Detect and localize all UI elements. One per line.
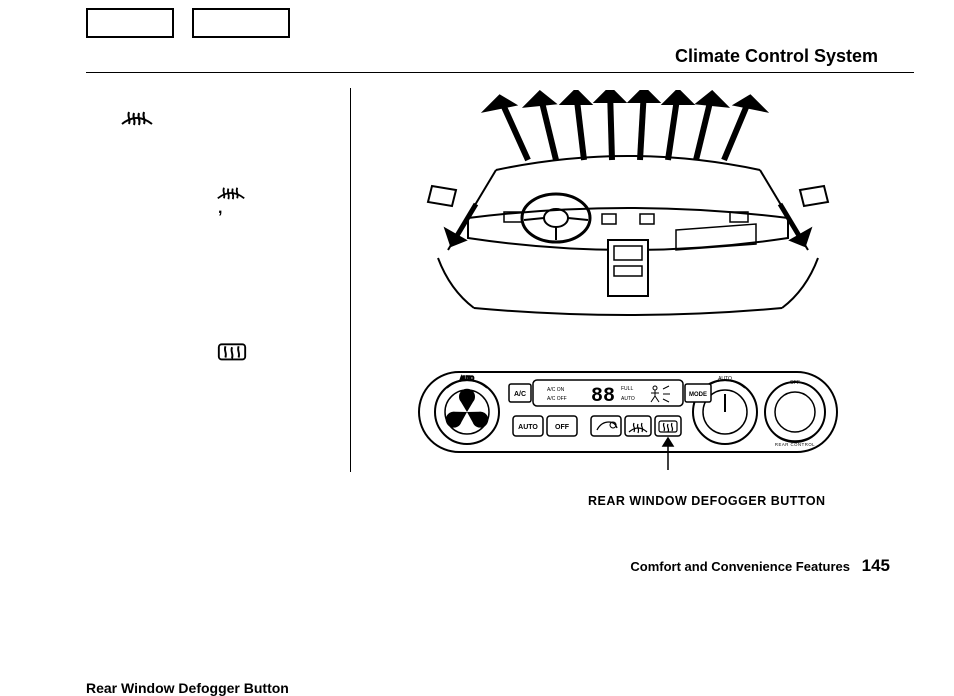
- page-number: 145: [862, 556, 890, 575]
- svg-text:A/C ON: A/C ON: [547, 387, 565, 393]
- header-rule: [86, 72, 914, 73]
- svg-text:A/C OFF: A/C OFF: [547, 396, 567, 402]
- column-separator: [350, 88, 351, 472]
- panel-caption: REAR WINDOW DEFOGGER BUTTON: [588, 494, 826, 508]
- front-defog-button-icon: [625, 416, 651, 436]
- airflow-illustration: [368, 90, 888, 320]
- comma: ,: [218, 200, 222, 217]
- defog-icon: ,: [216, 182, 246, 222]
- svg-text:A/C: A/C: [514, 391, 526, 398]
- header-box-2: [192, 8, 290, 38]
- auto-button-icon: AUTO: [513, 416, 543, 436]
- defog-icon: [120, 106, 154, 130]
- svg-text:88: 88: [591, 385, 615, 408]
- svg-text:FULL: FULL: [621, 386, 633, 392]
- footer-section: Comfort and Convenience Features: [630, 559, 850, 574]
- rear-defog-icon: [216, 338, 248, 362]
- off-button-icon: OFF: [547, 416, 577, 436]
- footer: Comfort and Convenience Features 145: [630, 556, 890, 576]
- svg-text:OFF: OFF: [790, 380, 800, 386]
- recirculate-button-icon: [591, 416, 621, 436]
- svg-text:OFF: OFF: [555, 424, 570, 431]
- svg-text:AUTO: AUTO: [518, 424, 538, 431]
- climate-panel-illustration: AUTO AUTO: [368, 366, 888, 482]
- left-subheading: Rear Window Defogger Button: [86, 680, 289, 696]
- left-column: , Rear Window Defogger Button: [86, 100, 338, 362]
- mode-button-icon: MODE: [685, 384, 711, 402]
- rear-defog-button-icon: [655, 416, 681, 436]
- svg-text:AUTO: AUTO: [718, 376, 732, 382]
- center-display-icon: A/C ON A/C OFF 88 FULL AUTO: [533, 380, 683, 408]
- right-column: AUTO AUTO: [368, 90, 888, 482]
- page-title: Climate Control System: [675, 46, 878, 67]
- svg-text:AUTO: AUTO: [621, 396, 635, 402]
- header-placeholder-boxes: [86, 8, 290, 38]
- svg-text:MODE: MODE: [689, 392, 707, 398]
- ac-button-icon: A/C: [509, 384, 531, 402]
- callout-arrow-icon: [663, 438, 673, 470]
- svg-text:REAR CONTROL: REAR CONTROL: [775, 442, 815, 447]
- header-box-1: [86, 8, 174, 38]
- svg-text:AUTO: AUTO: [460, 376, 474, 382]
